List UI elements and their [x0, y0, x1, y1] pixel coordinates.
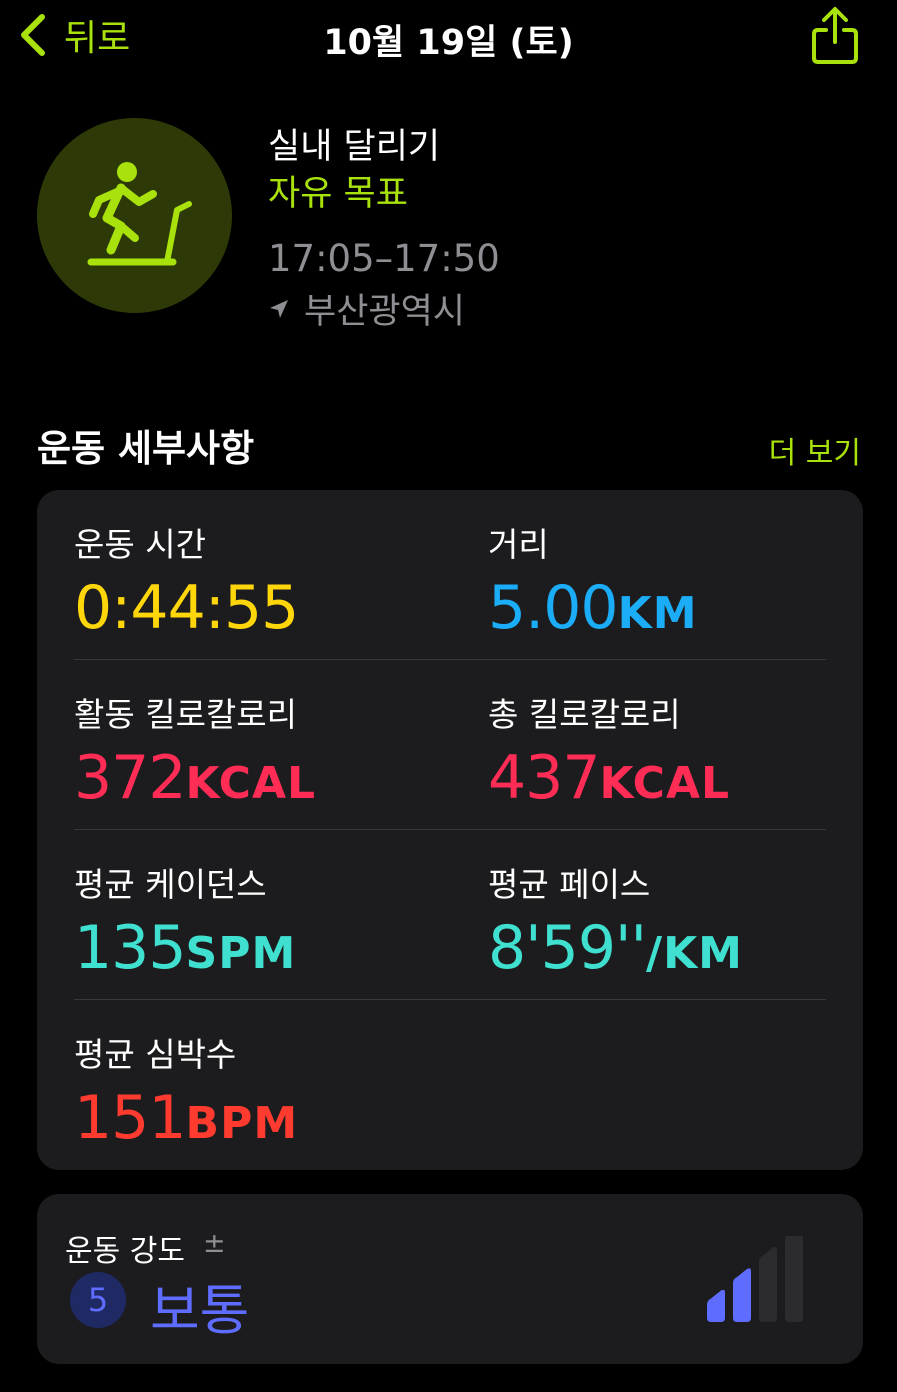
divider [74, 999, 826, 1000]
divider [74, 659, 826, 660]
metric-label: 운동 시간 [74, 525, 206, 564]
metric-value: 8'59''/KM [488, 913, 743, 983]
metric-active-kcal: 활동 킬로칼로리 372KCAL [74, 688, 316, 808]
intensity-value: 보통 [150, 1279, 250, 1342]
section-title: 운동 세부사항 [37, 427, 255, 470]
workout-time-range: 17:05–17:50 [268, 237, 500, 280]
metric-value: 0:44:55 [74, 573, 299, 643]
divider [74, 829, 826, 830]
intensity-bar [759, 1246, 777, 1322]
intensity-bars-icon [707, 1236, 803, 1322]
metric-label: 활동 킬로칼로리 [74, 695, 298, 734]
metric-label: 평균 페이스 [488, 865, 651, 904]
metric-label: 총 킬로칼로리 [488, 695, 681, 734]
workout-location: 부산광역시 [268, 283, 465, 334]
workout-goal: 자유 목표 [268, 174, 408, 214]
metric-label: 평균 심박수 [74, 1035, 237, 1074]
metric-label: 거리 [488, 525, 549, 564]
metric-value: 437KCAL [488, 743, 731, 813]
workout-title: 실내 달리기 [268, 127, 441, 167]
intensity-bar [733, 1268, 751, 1322]
share-button[interactable] [806, 4, 864, 66]
metric-value: 5.00KM [488, 573, 698, 643]
workout-icon-badge [37, 118, 232, 313]
intensity-bar [707, 1289, 725, 1322]
metric-avg-cadence: 평균 케이던스 135SPM [74, 858, 296, 978]
metric-distance: 거리 5.00KM [488, 518, 697, 638]
share-icon [812, 7, 858, 64]
metric-avg-pace: 평균 페이스 8'59''/KM [488, 858, 743, 978]
plus-minus-icon: ± [203, 1228, 226, 1259]
metric-value: 151BPM [74, 1083, 299, 1153]
intensity-bar [785, 1236, 803, 1322]
show-more-link[interactable]: 더 보기 [769, 428, 861, 472]
metric-value: 135SPM [74, 913, 297, 983]
location-arrow-icon [270, 299, 288, 318]
intensity-label: 운동 강도 [65, 1234, 185, 1269]
metric-total-kcal: 총 킬로칼로리 437KCAL [488, 688, 730, 808]
indoor-run-icon [87, 162, 192, 266]
page-title: 10월 19일 (토) [323, 23, 574, 63]
metric-value: 372KCAL [74, 743, 317, 813]
metric-label: 평균 케이던스 [74, 865, 267, 904]
location-label: 부산광역시 [304, 292, 466, 332]
intensity-card[interactable]: 운동 강도 ± 5 보통 [37, 1194, 863, 1364]
metric-workout-time: 운동 시간 0:44:55 [74, 518, 299, 643]
metric-avg-heart-rate: 평균 심박수 151BPM [74, 1028, 298, 1148]
workout-details-card: 운동 시간 0:44:55 거리 5.00KM 활동 킬로칼로리 372KCAL… [37, 490, 863, 1170]
intensity-level-badge: 5 [70, 1272, 126, 1328]
